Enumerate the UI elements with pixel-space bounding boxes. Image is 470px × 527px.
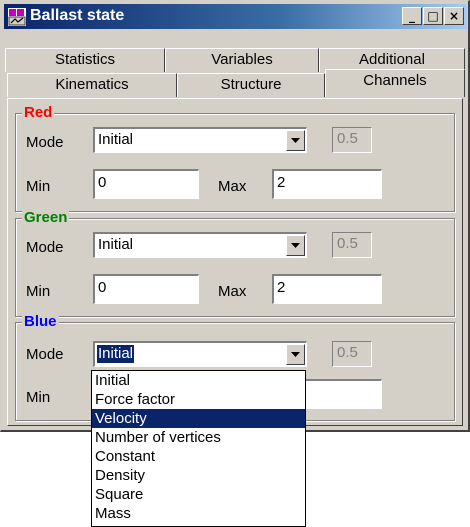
green-mode-combo[interactable]: Initial [93,232,307,258]
green-max-label: Max [218,283,247,300]
red-max-label: Max [218,178,247,195]
ballast-state-window: Ballast state _ □ × Statistics Variables… [0,0,470,432]
group-red: Red Mode Initial 0.5 Min 0 Max 2 [15,104,455,212]
chevron-down-icon [291,352,300,357]
green-max-input[interactable]: 2 [272,274,382,304]
red-value-field: 0.5 [332,127,372,153]
red-max-input[interactable]: 2 [272,169,382,199]
tab-statistics[interactable]: Statistics [5,48,165,72]
dropdown-option-square[interactable]: Square [92,485,305,504]
blue-min-label: Min [26,389,51,406]
red-mode-value: Initial [98,131,134,148]
tab-kinematics[interactable]: Kinematics [7,73,177,97]
close-button[interactable]: × [444,7,464,25]
tab-variables[interactable]: Variables [165,48,319,72]
app-icon [8,8,26,26]
group-green: Green Mode Initial 0.5 Min 0 Max 2 [15,209,455,317]
dropdown-option-density[interactable]: Density [92,466,305,485]
green-min-input[interactable]: 0 [93,274,199,304]
chevron-down-icon [291,243,300,248]
title-bar[interactable]: Ballast state _ □ × [4,4,467,29]
red-min-label: Min [26,178,51,195]
dropdown-option-velocity[interactable]: Velocity [92,409,305,428]
red-mode-combo[interactable]: Initial [93,127,307,153]
red-mode-dropdown-button[interactable] [286,130,305,151]
minimize-button[interactable]: _ [402,7,422,25]
green-value-field: 0.5 [332,232,372,258]
group-blue-label: Blue [22,313,59,331]
red-mode-label: Mode [26,134,64,151]
tab-structure[interactable]: Structure [177,73,325,97]
chevron-down-icon [291,138,300,143]
dropdown-option-mass[interactable]: Mass [92,504,305,523]
dropdown-option-initial[interactable]: Initial [92,371,305,390]
green-mode-label: Mode [26,239,64,256]
window-title: Ballast state [30,7,125,24]
blue-mode-combo[interactable]: Initial [93,341,307,367]
dropdown-option-constant[interactable]: Constant [92,447,305,466]
tab-channels[interactable]: Channels [325,69,465,97]
blue-mode-dropdown-list[interactable]: Initial Force factor Velocity Number of … [91,370,306,527]
red-min-input[interactable]: 0 [93,169,199,199]
group-green-label: Green [22,209,70,227]
blue-mode-value: Initial [95,344,136,364]
green-min-label: Min [26,283,51,300]
green-mode-dropdown-button[interactable] [286,235,305,256]
dropdown-option-number-of-vertices[interactable]: Number of vertices [92,428,305,447]
blue-mode-dropdown-button[interactable] [286,344,305,365]
group-red-label: Red [22,104,55,122]
blue-mode-label: Mode [26,346,64,363]
blue-value-field: 0.5 [332,341,372,367]
green-mode-value: Initial [98,236,134,253]
dropdown-option-force-factor[interactable]: Force factor [92,390,305,409]
maximize-button[interactable]: □ [423,7,443,25]
